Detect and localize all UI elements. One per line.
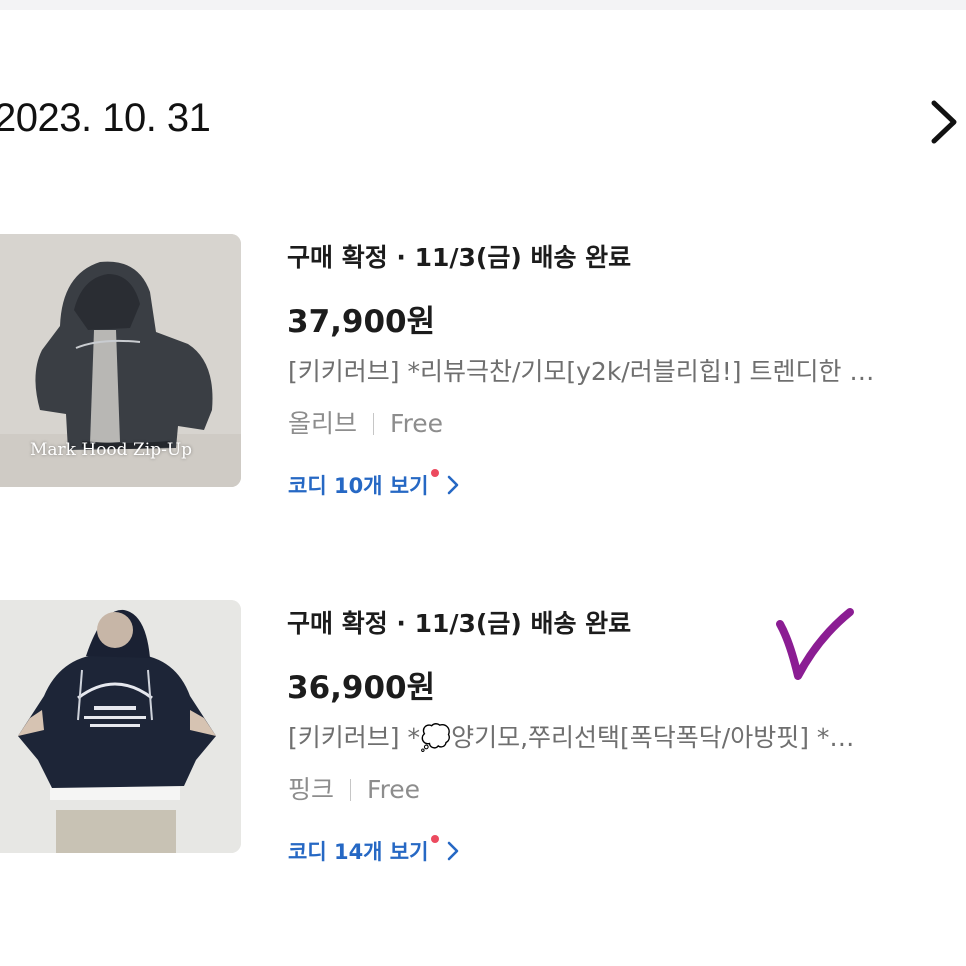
hoodie-image [0,600,241,853]
chevron-right-icon [931,100,957,144]
order-item[interactable]: Mark Hood Zip-Up 구매 확정 · 11/3(금) 배송 완료 3… [0,234,966,498]
order-status: 구매 확정 · 11/3(금) 배송 완료 [287,609,632,638]
image-caption: Mark Hood Zip-Up [30,440,193,460]
order-detail-button[interactable] [924,98,964,146]
option-divider [350,779,352,801]
product-name[interactable]: [키키러브] *💭양기모,쭈리선택[폭닥폭닥/아방핏] *… [288,718,928,754]
chevron-right-icon [448,475,459,495]
product-price: 36,900원 [287,670,436,706]
notification-dot [431,469,440,477]
view-coordi-link[interactable]: 코디 10개 보기 [288,469,459,500]
product-options: 핑크 Free [288,770,420,806]
product-thumbnail[interactable]: Mark Hood Zip-Up [0,234,241,487]
product-name[interactable]: [키키러브] *리뷰극찬/기모[y2k/러블리힙!] 트렌디한 … [288,352,928,388]
view-coordi-label: 코디 10개 보기 [288,474,429,498]
order-status: 구매 확정 · 11/3(금) 배송 완료 [287,243,632,272]
product-price: 37,900원 [287,304,436,340]
order-date: 2023. 10. 31 [0,96,211,140]
view-coordi-label: 코디 14개 보기 [288,840,429,864]
checkmark-icon [776,608,854,680]
option-size: Free [390,409,444,438]
product-thumbnail[interactable] [0,600,241,853]
option-divider [373,413,375,435]
notification-dot [431,835,440,843]
chevron-right-icon [448,841,459,861]
option-color: 올리브 [288,409,358,438]
option-color: 핑크 [288,775,335,804]
top-strip [0,0,966,10]
view-coordi-link[interactable]: 코디 14개 보기 [288,835,459,866]
option-size: Free [367,775,421,804]
product-options: 올리브 Free [288,404,443,440]
